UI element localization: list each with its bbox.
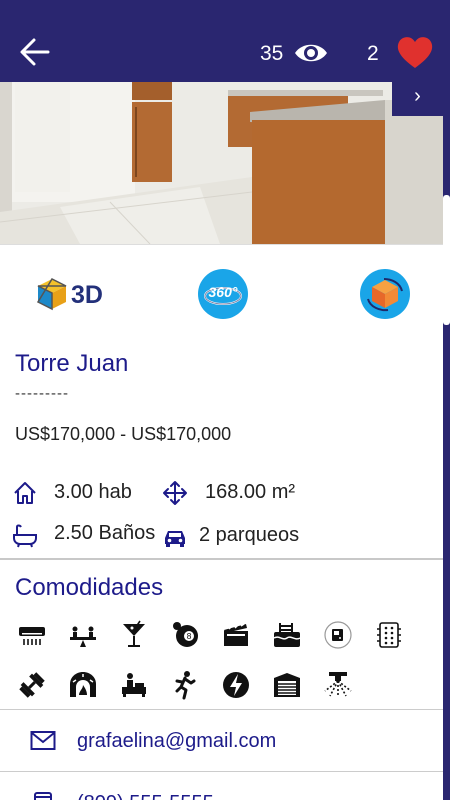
bathrooms-value: 2.50 Baños	[54, 522, 156, 544]
phone-icon	[34, 792, 52, 800]
amenities-title: Comodidades	[15, 574, 164, 601]
contact-phone[interactable]: (809) 555-5555	[77, 792, 214, 800]
cinema-icon	[216, 615, 256, 655]
property-title: Torre Juan	[15, 350, 129, 377]
svg-text:8: 8	[186, 632, 191, 641]
section-divider	[0, 558, 443, 560]
property-detail-card: › 3D 360° Torre Juan --------- US$170,00…	[0, 82, 443, 800]
elevator-panel-icon	[369, 615, 409, 655]
gym-icon	[12, 665, 52, 705]
property-photo[interactable]: ›	[0, 82, 443, 244]
billiards-icon: 8	[165, 615, 205, 655]
jogging-icon	[165, 665, 205, 705]
tour-3d-button[interactable]: 3D	[36, 275, 116, 315]
contact-email[interactable]: grafaelina@gmail.com	[77, 730, 276, 753]
bbq-oven-icon	[63, 665, 103, 705]
lounge-icon	[114, 665, 154, 705]
car-icon	[165, 531, 185, 547]
cube-3d-icon	[36, 278, 67, 311]
eye-icon	[295, 44, 327, 62]
media-tour-row: 3D 360°	[0, 244, 443, 339]
tour-cube-button[interactable]	[360, 269, 410, 319]
pool-icon	[267, 615, 307, 655]
back-arrow-icon[interactable]	[18, 34, 54, 70]
area-arrows-icon	[163, 481, 187, 505]
bathtub-icon	[13, 524, 37, 548]
contact-phone-row[interactable]: (809) 555-5555	[0, 771, 443, 800]
storage-icon	[267, 665, 307, 705]
top-app-bar: 35 2	[0, 0, 450, 82]
house-icon	[14, 482, 36, 504]
bedrooms-value: 3.00 hab	[54, 481, 132, 503]
playground-icon	[63, 615, 103, 655]
tour-360-button[interactable]: 360°	[198, 269, 248, 319]
heart-icon[interactable]	[396, 34, 434, 70]
views-count: 35	[260, 42, 284, 65]
intercom-icon	[318, 615, 358, 655]
favorites-count: 2	[367, 42, 379, 65]
tour-360-label: 360°	[208, 284, 238, 300]
property-price: US$170,000 - US$170,000	[15, 424, 232, 444]
tour-3d-label: 3D	[71, 281, 103, 309]
scrollbar[interactable]	[443, 195, 450, 325]
envelope-icon	[30, 731, 56, 750]
sprinkler-icon	[318, 665, 358, 705]
area-value: 168.00 m²	[205, 481, 296, 503]
power-plant-icon	[216, 665, 256, 705]
contact-email-row[interactable]: grafaelina@gmail.com	[0, 709, 443, 771]
rotate-cube-icon	[367, 278, 403, 312]
gallery-next-button[interactable]: ›	[392, 82, 443, 116]
air-conditioning-icon	[12, 615, 52, 655]
bar-icon	[114, 615, 154, 655]
parking-value: 2 parqueos	[199, 524, 300, 546]
kitchen-photo-image	[0, 82, 443, 244]
property-subtitle: ---------	[15, 385, 69, 402]
